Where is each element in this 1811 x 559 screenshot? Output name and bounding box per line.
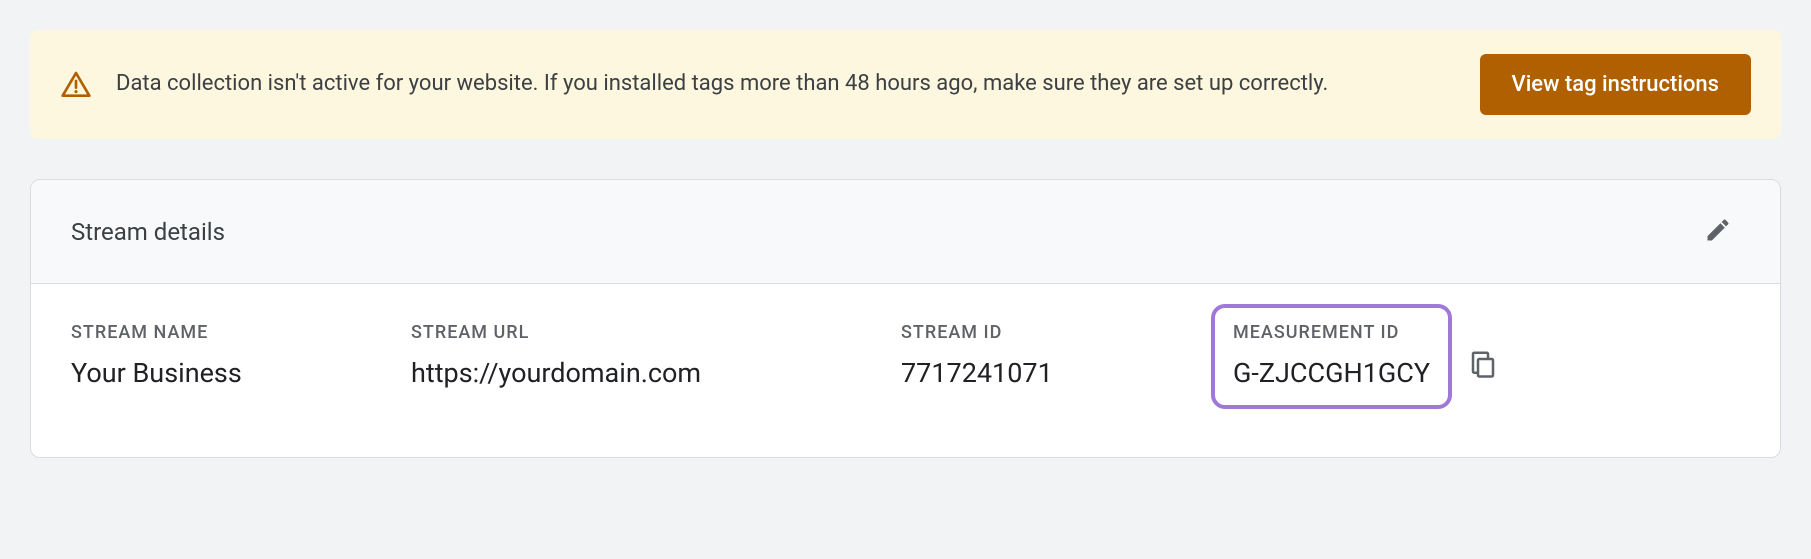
stream-url-value: https://yourdomain.com	[411, 357, 841, 389]
stream-details-title: Stream details	[71, 218, 225, 246]
stream-id-label: STREAM ID	[901, 322, 1151, 343]
stream-details-body: STREAM NAME Your Business STREAM URL htt…	[31, 284, 1780, 457]
measurement-id-value: G-ZJCCGH1GCY	[1233, 357, 1430, 389]
measurement-id-field: MEASUREMENT ID G-ZJCCGH1GCY	[1211, 322, 1502, 409]
stream-name-field: STREAM NAME Your Business	[71, 322, 351, 389]
stream-id-field: STREAM ID 7717241071	[901, 322, 1151, 389]
pencil-icon	[1704, 216, 1732, 247]
stream-id-value: 7717241071	[901, 357, 1151, 389]
stream-name-value: Your Business	[71, 357, 351, 389]
stream-url-label: STREAM URL	[411, 322, 841, 343]
copy-icon	[1468, 349, 1498, 382]
data-collection-alert: Data collection isn't active for your we…	[30, 30, 1781, 139]
alert-message: Data collection isn't active for your we…	[116, 67, 1456, 101]
stream-url-field: STREAM URL https://yourdomain.com	[411, 322, 841, 389]
measurement-id-label: MEASUREMENT ID	[1233, 322, 1430, 343]
warning-icon	[60, 69, 92, 101]
view-tag-instructions-button[interactable]: View tag instructions	[1480, 54, 1752, 115]
stream-details-card: Stream details STREAM NAME Your Business…	[30, 179, 1781, 458]
measurement-id-highlight: MEASUREMENT ID G-ZJCCGH1GCY	[1211, 304, 1452, 409]
copy-measurement-id-button[interactable]	[1464, 345, 1502, 386]
edit-button[interactable]	[1696, 208, 1740, 255]
stream-details-header: Stream details	[31, 180, 1780, 284]
stream-name-label: STREAM NAME	[71, 322, 351, 343]
